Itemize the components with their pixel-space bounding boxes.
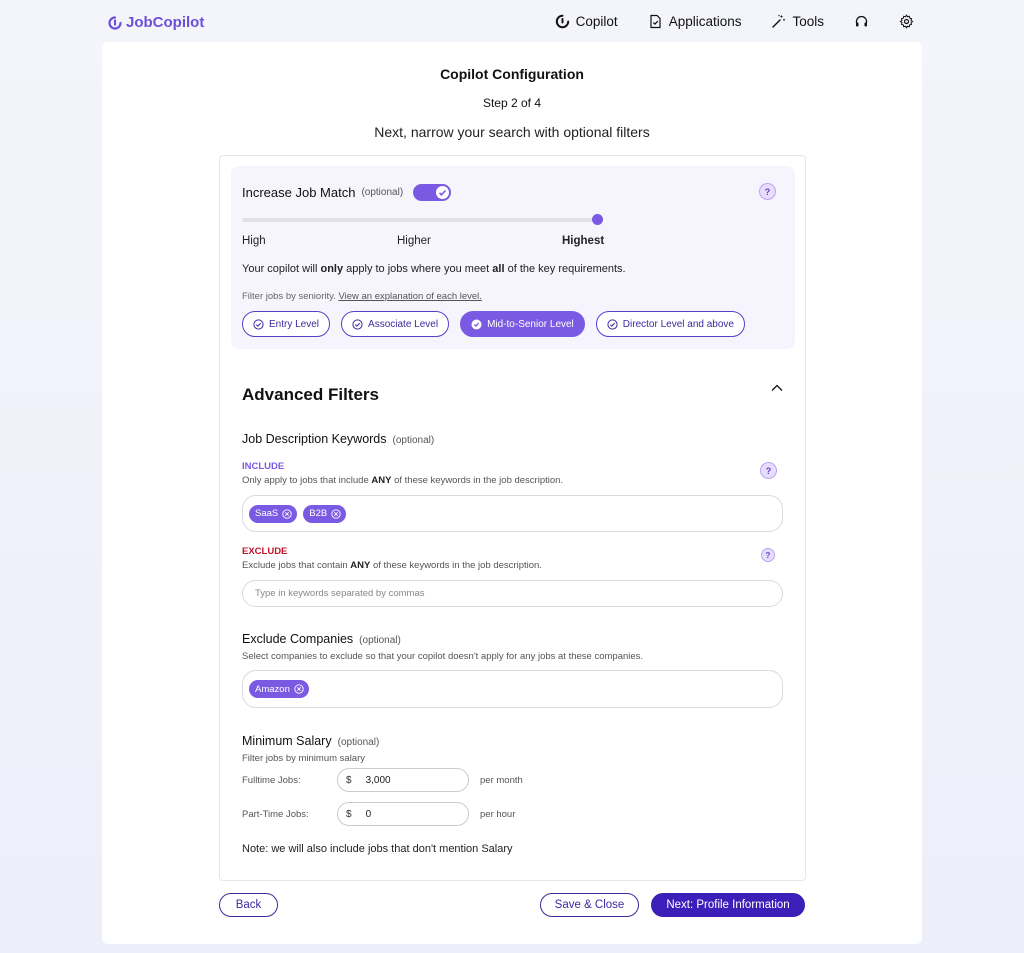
seniority-note: Filter jobs by seniority. View an explan…	[242, 291, 482, 302]
brand-name: JobCopilot	[126, 14, 205, 31]
currency-symbol: $	[346, 774, 352, 786]
remove-tag-icon[interactable]	[294, 684, 304, 694]
nav-copilot-label: Copilot	[575, 14, 618, 29]
minimum-salary-label: Minimum Salary (optional)	[242, 734, 380, 748]
job-match-slider-track[interactable]	[242, 218, 598, 222]
currency-symbol: $	[346, 808, 352, 820]
level-highest-label[interactable]: Highest	[562, 235, 604, 247]
exclude-description: Exclude jobs that contain ANY of these k…	[242, 560, 542, 571]
job-match-help-icon[interactable]: ?	[759, 183, 776, 200]
exclude-label: EXCLUDE	[242, 546, 288, 557]
step-indicator: Step 2 of 4	[482, 96, 542, 110]
company-tag-amazon[interactable]: Amazon	[249, 680, 309, 698]
filters-panel: Increase Job Match (optional) ? High Hig…	[219, 155, 806, 881]
parttime-jobs-label: Part-Time Jobs:	[242, 809, 309, 820]
brand-logo[interactable]: JobCopilot	[108, 14, 204, 31]
nav-tools[interactable]: Tools	[771, 14, 824, 29]
check-circle-icon	[253, 318, 264, 330]
minimum-salary-description: Filter jobs by minimum salary	[242, 753, 365, 764]
support-button[interactable]	[854, 14, 869, 29]
job-match-label: Increase Job Match	[242, 185, 356, 200]
check-circle-icon	[607, 318, 618, 330]
gear-icon	[899, 14, 914, 29]
nav-tools-label: Tools	[792, 14, 824, 29]
include-tag-saas[interactable]: SaaS	[249, 504, 298, 523]
check-circle-filled-icon	[471, 319, 482, 329]
nav-copilot[interactable]: Copilot	[555, 14, 618, 29]
seniority-chips: Entry Level Associate Level Mid-to-Senio…	[242, 311, 745, 337]
check-circle-icon	[352, 318, 363, 330]
fulltime-salary-input[interactable]	[365, 774, 446, 786]
top-navigation: JobCopilot Copilot Applications Tools	[0, 0, 1024, 46]
advanced-filters-title: Advanced Filters	[242, 385, 379, 404]
include-help-icon[interactable]: ?	[760, 462, 777, 479]
job-match-description: Your copilot will only apply to jobs whe…	[242, 263, 626, 275]
nav-applications-label: Applications	[668, 14, 742, 29]
copilot-icon	[555, 14, 569, 29]
check-icon	[439, 189, 447, 196]
exclude-companies-label: Exclude Companies (optional)	[242, 632, 401, 646]
include-keywords-input[interactable]: SaaS B2B	[242, 495, 783, 532]
seniority-chip-entry[interactable]: Entry Level	[242, 311, 331, 337]
exclude-companies-input[interactable]: Amazon	[242, 670, 783, 708]
parttime-unit: per hour	[480, 809, 516, 820]
remove-tag-icon[interactable]	[282, 508, 292, 519]
seniority-chip-mid-senior[interactable]: Mid-to-Senior Level	[460, 311, 585, 337]
include-label: INCLUDE	[242, 461, 285, 472]
keywords-section-label: Job Description Keywords (optional)	[242, 432, 435, 446]
seniority-chip-director[interactable]: Director Level and above	[595, 311, 745, 337]
fulltime-salary-field[interactable]: $	[337, 768, 469, 792]
configuration-card: Copilot Configuration Step 2 of 4 Next, …	[102, 42, 922, 944]
parttime-salary-input[interactable]	[365, 808, 446, 820]
seniority-explanation-link[interactable]: View an explanation of each level.	[338, 291, 481, 302]
job-match-section: Increase Job Match (optional) ? High Hig…	[231, 166, 795, 349]
settings-button[interactable]	[899, 14, 914, 29]
remove-tag-icon[interactable]	[331, 508, 341, 519]
level-high-label[interactable]: High	[242, 235, 266, 247]
job-match-slider-thumb[interactable]	[592, 214, 603, 225]
include-description: Only apply to jobs that include ANY of t…	[242, 475, 564, 486]
headset-icon	[855, 15, 868, 27]
exclude-keywords-input[interactable]	[249, 588, 776, 599]
fulltime-jobs-label: Fulltime Jobs:	[242, 775, 301, 786]
seniority-chip-associate[interactable]: Associate Level	[341, 311, 450, 337]
magic-wand-icon	[772, 15, 786, 28]
exclude-help-icon[interactable]: ?	[761, 548, 775, 562]
nav-applications[interactable]: Applications	[648, 14, 742, 29]
page-title: Copilot Configuration	[440, 66, 584, 82]
next-profile-information-button[interactable]: Next: Profile Information	[651, 893, 805, 917]
exclude-keywords-input-wrapper	[242, 580, 783, 607]
level-higher-label[interactable]: Higher	[397, 235, 431, 247]
copilot-logo-icon	[108, 15, 122, 30]
fulltime-unit: per month	[480, 775, 523, 786]
salary-note: Note: we will also include jobs that don…	[242, 843, 513, 855]
include-tag-b2b[interactable]: B2B	[303, 504, 347, 523]
parttime-salary-field[interactable]: $	[337, 802, 469, 826]
exclude-companies-description: Select companies to exclude so that your…	[242, 651, 644, 662]
job-match-optional: (optional)	[361, 187, 404, 198]
job-match-toggle[interactable]	[413, 184, 452, 201]
save-close-button[interactable]: Save & Close	[540, 893, 639, 917]
back-button[interactable]: Back	[219, 893, 278, 917]
document-check-icon	[650, 14, 661, 29]
page-subtitle: Next, narrow your search with optional f…	[374, 124, 650, 140]
chevron-up-icon[interactable]	[770, 381, 784, 395]
